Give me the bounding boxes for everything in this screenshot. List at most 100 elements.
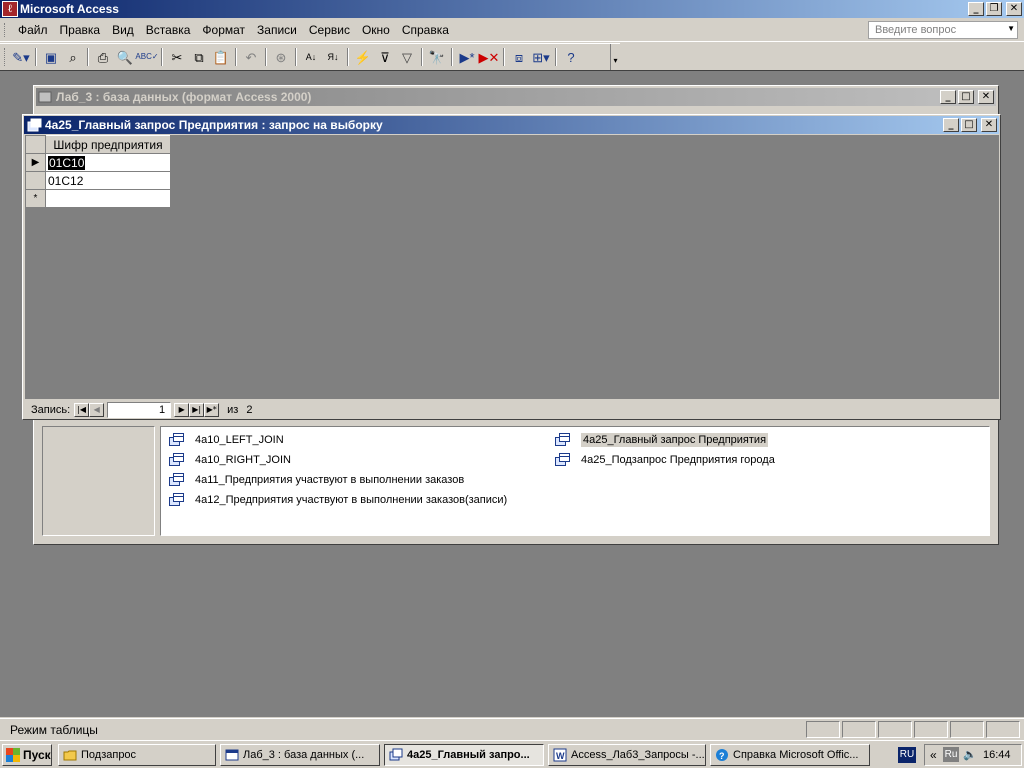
toolbar-options-icon[interactable]: ▾ — [610, 44, 620, 70]
new-object-icon[interactable]: ⊞▾ — [530, 47, 552, 67]
toolbar-grip[interactable] — [4, 48, 7, 66]
close-button[interactable]: ✕ — [1006, 2, 1022, 16]
query-window[interactable]: 4a25_Главный запрос Предприятия : запрос… — [22, 114, 1001, 420]
task-button-query[interactable]: 4a25_Главный запро... — [384, 744, 544, 766]
clock[interactable]: 16:44 — [983, 749, 1011, 761]
query-label: 4a25_Подзапрос Предприятия города — [581, 454, 775, 466]
table-cell[interactable]: 01С12 — [45, 171, 171, 190]
list-item[interactable]: 4a10_LEFT_JOIN — [169, 431, 284, 449]
menu-view[interactable]: Вид — [106, 23, 140, 37]
print-preview-icon[interactable]: 🔍 — [114, 47, 136, 67]
query-window-titlebar[interactable]: 4a25_Главный запрос Предприятия : запрос… — [24, 116, 999, 134]
delete-record-icon[interactable]: ▶✕ — [478, 47, 500, 67]
spelling-icon[interactable]: ABC✓ — [135, 47, 158, 67]
query-maximize-button[interactable]: □ — [961, 118, 977, 132]
menu-records[interactable]: Записи — [251, 23, 303, 37]
query-close-button[interactable]: ✕ — [981, 118, 997, 132]
menu-grip[interactable] — [4, 23, 7, 37]
first-record-button[interactable]: |◀ — [74, 403, 90, 417]
copy-icon[interactable]: ⧉ — [188, 47, 210, 67]
app-title-bar: ℓ Microsoft Access _ ❐ ✕ — [0, 0, 1024, 18]
minimize-button[interactable]: _ — [968, 2, 984, 16]
menu-tools[interactable]: Сервис — [303, 23, 356, 37]
menu-format[interactable]: Формат — [196, 23, 251, 37]
list-item[interactable]: 4a10_RIGHT_JOIN — [169, 451, 291, 469]
menu-file[interactable]: Файл — [12, 23, 54, 37]
record-label: Запись: — [31, 404, 71, 416]
list-item[interactable]: 4a25_Подзапрос Предприятия города — [555, 451, 775, 469]
db-minimize-button[interactable]: _ — [940, 90, 956, 104]
row-selector[interactable] — [25, 171, 46, 190]
previous-record-button[interactable]: ◀ — [89, 403, 105, 417]
new-record-button[interactable]: ▶* — [204, 403, 220, 417]
task-button-help[interactable]: ? Справка Microsoft Offic... — [710, 744, 870, 766]
menu-help[interactable]: Справка — [396, 23, 455, 37]
restore-button[interactable]: ❐ — [986, 2, 1002, 16]
column-header[interactable]: Шифр предприятия — [45, 135, 171, 154]
query-label: 4a12_Предприятия участвуют в выполнении … — [195, 494, 508, 506]
row-selector[interactable]: ▶ — [25, 153, 46, 172]
new-record-icon[interactable]: ▶* — [456, 47, 478, 67]
query-minimize-button[interactable]: _ — [943, 118, 959, 132]
datasheet-grid: Шифр предприятия ▶ 01С10 01С12 * — [25, 135, 171, 208]
speaker-icon[interactable]: 🔈 — [963, 748, 977, 761]
tray-expand-icon[interactable]: « — [930, 748, 937, 762]
print-icon[interactable]: ⎙ — [92, 47, 114, 67]
search-icon[interactable]: ⌕ — [62, 47, 84, 67]
status-bar: Режим таблицы — [0, 718, 1024, 740]
save-icon[interactable]: ▣ — [40, 47, 62, 67]
hyperlink-icon[interactable]: ⊛ — [270, 47, 292, 67]
find-icon[interactable]: 🔭 — [426, 47, 448, 67]
sort-descending-icon[interactable]: Я↓ — [322, 47, 344, 67]
database-window-titlebar[interactable]: Лаб_3 : база данных (формат Access 2000)… — [36, 88, 996, 106]
table-cell[interactable]: 01С10 — [45, 153, 171, 172]
undo-icon[interactable]: ↶ — [240, 47, 262, 67]
filter-by-form-icon[interactable]: ⊽ — [374, 47, 396, 67]
help-icon: ? — [716, 749, 728, 761]
menu-window[interactable]: Окно — [356, 23, 396, 37]
database-window-icon[interactable]: ⧈ — [508, 47, 530, 67]
query-window-title: 4a25_Главный запрос Предприятия : запрос… — [45, 118, 383, 132]
task-button-word[interactable]: W Access_Лаб3_Запросы -... — [548, 744, 706, 766]
query-label: 4a10_RIGHT_JOIN — [195, 454, 291, 466]
next-record-button[interactable]: ▶ — [174, 403, 190, 417]
menu-edit[interactable]: Правка — [54, 23, 107, 37]
task-label: Подзапрос — [81, 749, 137, 761]
status-cell — [842, 721, 876, 738]
help-icon[interactable]: ? — [560, 47, 582, 67]
filter-by-selection-icon[interactable]: ⚡ — [352, 47, 374, 67]
query-icon — [555, 453, 571, 467]
svg-text:W: W — [556, 751, 565, 761]
start-button[interactable]: Пуск — [2, 744, 52, 766]
select-all-corner[interactable] — [25, 135, 46, 154]
tray-language-indicator[interactable]: Ru — [943, 747, 959, 762]
taskbar: Пуск Подзапрос Лаб_3 : база данных (... … — [0, 740, 1024, 768]
table-cell[interactable] — [45, 189, 171, 208]
task-button-folder[interactable]: Подзапрос — [58, 744, 216, 766]
status-cell — [986, 721, 1020, 738]
database-window-icon — [225, 749, 239, 761]
list-item[interactable]: 4a11_Предприятия участвуют в выполнении … — [169, 471, 464, 489]
list-item[interactable]: 4a12_Предприятия участвуют в выполнении … — [169, 491, 507, 509]
last-record-button[interactable]: ▶| — [189, 403, 205, 417]
language-indicator[interactable]: RU — [898, 747, 916, 763]
db-close-button[interactable]: ✕ — [978, 90, 994, 104]
apply-filter-icon[interactable]: ▽ — [396, 47, 418, 67]
objects-bar — [42, 426, 155, 536]
menu-insert[interactable]: Вставка — [140, 23, 197, 37]
query-icon — [27, 118, 42, 132]
horizontal-scroll-area[interactable] — [315, 402, 999, 418]
access-app-icon[interactable]: ℓ — [2, 1, 18, 17]
cut-icon[interactable]: ✂ — [166, 47, 188, 67]
sort-ascending-icon[interactable]: A↓ — [300, 47, 322, 67]
ask-dropdown-icon[interactable]: ▼ — [1007, 24, 1015, 33]
record-number-input[interactable]: 1 — [107, 402, 172, 418]
list-item-selected[interactable]: 4a25_Главный запрос Предприятия — [555, 431, 769, 449]
task-button-database[interactable]: Лаб_3 : база данных (... — [220, 744, 380, 766]
ask-question-box[interactable]: Введите вопрос ▼ — [868, 21, 1018, 39]
design-view-icon[interactable]: ✎▾ — [10, 47, 32, 67]
paste-icon[interactable]: 📋 — [210, 47, 232, 67]
new-row-selector[interactable]: * — [25, 189, 46, 208]
table-row: ▶ 01С10 — [25, 153, 171, 172]
db-maximize-button[interactable]: □ — [958, 90, 974, 104]
